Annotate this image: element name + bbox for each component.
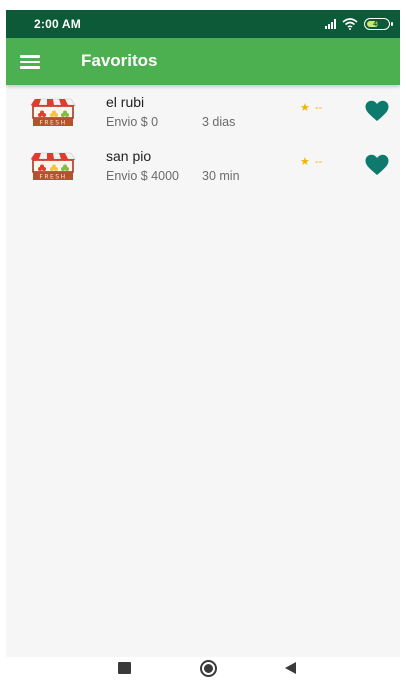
store-shipping: Envio $ 0 — [106, 115, 159, 129]
status-icons: 40 — [325, 17, 393, 31]
store-rating: ★ -- — [300, 103, 322, 114]
status-bar: 2:00 AM 40 — [6, 10, 400, 38]
store-name: el rubi — [106, 94, 145, 110]
battery-level: 40 — [373, 20, 381, 28]
back-triangle-icon[interactable] — [285, 662, 296, 674]
store-logo-icon: FRESH — [30, 98, 76, 127]
status-time: 2:00 AM — [34, 17, 81, 31]
store-rating: ★ -- — [300, 157, 322, 168]
heart-icon[interactable] — [365, 154, 389, 176]
store-shipping: Envio $ 4000 — [106, 169, 179, 183]
heart-icon[interactable] — [365, 100, 389, 122]
hamburger-menu-icon[interactable] — [20, 50, 46, 74]
circle-icon[interactable] — [200, 660, 217, 677]
favorite-item[interactable]: FRESH san pio Envio $ 4000 30 min ★ -- — [6, 139, 400, 193]
star-icon: ★ — [300, 156, 310, 168]
cellular-signal-icon — [325, 19, 336, 29]
store-delivery-time: 30 min — [202, 169, 240, 183]
system-nav-bar — [0, 657, 406, 684]
store-name: san pio — [106, 148, 152, 164]
wifi-icon — [342, 18, 358, 30]
favorites-list: FRESH el rubi Envio $ 0 3 dias ★ -- FRES… — [6, 85, 400, 193]
battery-icon: 40 — [364, 18, 393, 30]
app-screen: 2:00 AM 40 Favoritos FRESH el rubi Envio… — [6, 10, 400, 657]
square-icon[interactable] — [118, 662, 131, 674]
store-delivery-time: 3 dias — [202, 115, 236, 129]
app-bar: Favoritos — [6, 38, 400, 85]
star-icon: ★ — [300, 102, 310, 114]
page-title: Favoritos — [81, 51, 158, 70]
store-logo-icon: FRESH — [30, 152, 76, 181]
logo-text: FRESH — [39, 174, 66, 181]
rating-value: -- — [314, 102, 323, 114]
logo-text: FRESH — [39, 120, 66, 127]
rating-value: -- — [314, 156, 323, 168]
favorite-item[interactable]: FRESH el rubi Envio $ 0 3 dias ★ -- — [6, 85, 400, 139]
